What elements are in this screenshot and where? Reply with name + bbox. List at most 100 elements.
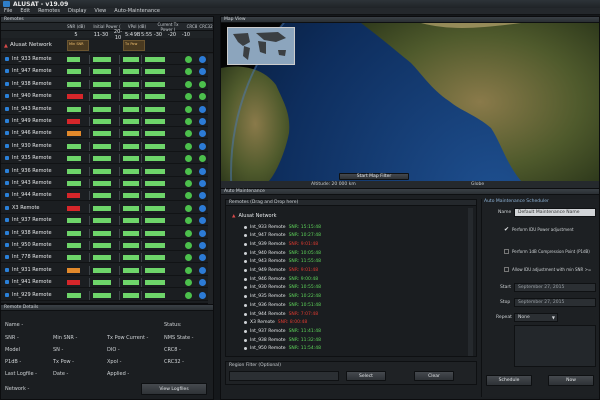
am-remote-item[interactable]: Int_939 Remote SNR: 9:01:48 xyxy=(244,240,318,248)
am-remote-name: Int_947 Remote xyxy=(250,233,286,239)
stop-date-input[interactable]: September 27, 2015 xyxy=(514,298,596,307)
menu-display[interactable]: Display xyxy=(68,8,86,14)
remote-row[interactable]: Int_929 Remote xyxy=(1,290,213,301)
col-vpol[interactable]: VPol (dB) xyxy=(123,24,151,29)
remote-row[interactable]: Int_941 Remote xyxy=(1,277,213,289)
am-remote-item[interactable]: Int_950 Remote SNR: 11:54:48 xyxy=(244,345,321,353)
remote-name: X3 Remote xyxy=(12,204,40,211)
remote-checkbox[interactable] xyxy=(5,255,9,260)
globe-toggle[interactable]: Globe xyxy=(471,182,484,187)
remote-row[interactable]: Int_935 Remote xyxy=(1,153,213,165)
remotes-scrollbar[interactable] xyxy=(208,54,213,304)
am-remote-item[interactable]: Int_947 Remote SNR: 10:27:48 xyxy=(244,232,321,240)
am-network-expand-icon[interactable]: ▲ xyxy=(232,214,235,219)
remote-checkbox[interactable] xyxy=(5,292,9,297)
col-current-tx-power[interactable]: Current Tx Power ( xyxy=(151,22,185,32)
column-divider xyxy=(141,203,142,213)
map-canvas[interactable] xyxy=(221,23,599,181)
scheduler-name-input[interactable]: Default Maintenance Name xyxy=(514,208,596,217)
remote-checkbox[interactable] xyxy=(5,243,9,247)
now-button[interactable]: Now xyxy=(548,375,594,386)
crc8-status-icon xyxy=(185,155,192,163)
remote-checkbox[interactable] xyxy=(5,218,9,223)
remote-checkbox[interactable] xyxy=(5,267,9,272)
clear-button[interactable]: Clear xyxy=(414,371,454,381)
remote-row[interactable]: Int_938 Remote xyxy=(1,228,213,239)
remote-row[interactable]: Int_930 Remote xyxy=(1,141,213,152)
am-scrollbar[interactable] xyxy=(468,208,473,356)
am-remote-item[interactable]: Int_936 Remote SNR: 10:51:48 xyxy=(244,301,321,309)
start-date-input[interactable]: September 27, 2015 xyxy=(514,283,596,292)
am-remote-item[interactable]: Int_944 Remote SNR: 7:07:48 xyxy=(244,310,318,318)
am-network-row[interactable]: ▲ Alusat Network xyxy=(232,213,277,219)
remote-checkbox[interactable] xyxy=(5,81,9,86)
remote-checkbox[interactable] xyxy=(5,168,9,173)
am-remote-item[interactable]: Int_937 Remote SNR: 11:41:48 xyxy=(244,327,321,335)
remote-row[interactable]: Int_931 Remote xyxy=(1,265,213,276)
start-map-filter-button[interactable]: Start Map Filter xyxy=(339,173,409,180)
remote-checkbox[interactable] xyxy=(5,57,9,61)
col-snr[interactable]: SNR (dB) xyxy=(61,24,91,29)
remote-row[interactable]: Int_947 Remote xyxy=(1,66,213,78)
am-remote-item[interactable]: Int_949 Remote SNR: 9:01:48 xyxy=(244,267,318,275)
remote-row[interactable]: Int_946 Remote xyxy=(1,128,213,140)
remote-row[interactable]: X3 Remote xyxy=(1,203,213,214)
am-remote-item[interactable]: Int_946 Remote SNR: 9:00:48 xyxy=(244,275,318,283)
level-bar xyxy=(93,267,111,273)
opt2-checkbox[interactable] xyxy=(504,249,509,254)
menu-edit[interactable]: Edit xyxy=(20,8,30,14)
am-remote-item[interactable]: Int_940 Remote SNR: 10:05:48 xyxy=(244,249,321,257)
col-crc32[interactable]: CRC32 xyxy=(199,24,213,29)
remote-row[interactable]: Int_778 Remote xyxy=(1,252,213,264)
remote-row[interactable]: Int_936 Remote xyxy=(1,166,213,177)
repeat-select[interactable]: None ▼ xyxy=(514,313,558,322)
am-remote-item[interactable]: Int_938 Remote SNR: 11:32:48 xyxy=(244,336,321,344)
remote-row[interactable]: Int_949 Remote xyxy=(1,116,213,127)
remote-checkbox[interactable] xyxy=(5,156,9,161)
am-remote-name: Int_949 Remote xyxy=(250,268,286,273)
remote-checkbox[interactable] xyxy=(5,193,9,198)
remote-row[interactable]: Int_938 Remote xyxy=(1,79,213,90)
remotes-scale-values: 5 11-30 20-10 5:4 9B 5:55 -30 -20 -10 xyxy=(1,29,213,41)
remote-node-icon xyxy=(244,347,247,351)
view-logfiles-button[interactable]: View Logfiles xyxy=(141,383,207,395)
remote-row[interactable]: Int_950 Remote xyxy=(1,240,213,251)
am-remote-name: Int_930 Remote xyxy=(250,285,286,291)
network-group-row[interactable]: ▲ Alusat Network Min SNR Tx Pow xyxy=(1,39,213,53)
remote-checkbox[interactable] xyxy=(5,119,9,123)
remote-checkbox[interactable] xyxy=(5,230,9,235)
menu-view[interactable]: View xyxy=(94,8,106,14)
remote-row[interactable]: Int_937 Remote xyxy=(1,215,213,227)
am-remote-item[interactable]: Int_930 Remote SNR: 10:55:48 xyxy=(244,284,321,292)
am-remote-item[interactable]: Int_943 Remote SNR: 11:55:48 xyxy=(244,258,321,266)
am-remote-item[interactable]: X3 Remote SNR: 8:00:48 xyxy=(244,319,307,327)
am-remote-item[interactable]: Int_933 Remote SNR: 15:15:48 xyxy=(244,223,321,231)
menu-auto-maintenance[interactable]: Auto-Maintenance xyxy=(114,8,160,14)
remote-row[interactable]: Int_943 Remote xyxy=(1,178,213,189)
remote-row[interactable]: Int_933 Remote xyxy=(1,54,213,65)
am-remote-item[interactable]: Int_935 Remote SNR: 10:22:48 xyxy=(244,293,321,301)
opt3-checkbox[interactable] xyxy=(504,267,509,272)
crc8-status-icon xyxy=(185,204,192,212)
remote-checkbox[interactable] xyxy=(5,131,9,136)
remote-checkbox[interactable] xyxy=(5,94,9,99)
col-crc8[interactable]: CRC8 xyxy=(185,24,199,29)
opt1-checkbox[interactable]: ✔ xyxy=(504,226,509,233)
remote-checkbox[interactable] xyxy=(5,106,9,111)
region-filter-input[interactable] xyxy=(229,371,339,381)
select-button[interactable]: Select xyxy=(346,371,386,381)
remote-checkbox[interactable] xyxy=(5,280,9,285)
remote-row[interactable]: Int_940 Remote xyxy=(1,91,213,103)
remote-checkbox[interactable] xyxy=(5,181,9,185)
world-minimap[interactable] xyxy=(227,27,295,65)
network-expand-icon[interactable]: ▲ xyxy=(4,43,8,49)
remote-row[interactable]: Int_944 Remote xyxy=(1,190,213,202)
remote-row[interactable]: Int_943 Remote xyxy=(1,104,213,115)
menu-file[interactable]: File xyxy=(4,8,12,14)
remote-checkbox[interactable] xyxy=(5,205,9,210)
remote-checkbox[interactable] xyxy=(5,69,9,74)
menu-remotes[interactable]: Remotes xyxy=(38,8,60,14)
remote-checkbox[interactable] xyxy=(5,143,9,148)
auto-maintenance-remotes-box[interactable]: Remotes (Drag and Drop here) ▲ Alusat Ne… xyxy=(225,199,477,357)
schedule-button[interactable]: Schedule xyxy=(486,375,532,386)
